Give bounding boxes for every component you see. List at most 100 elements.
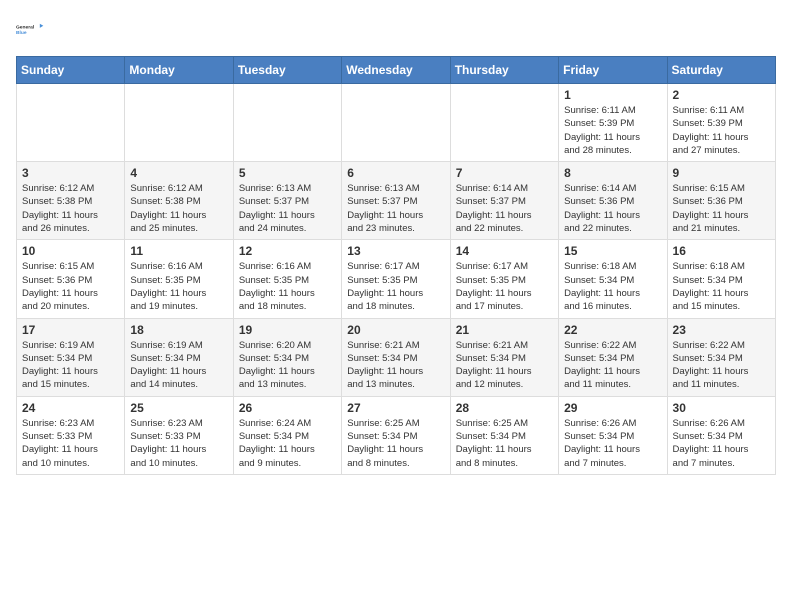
calendar-cell: 12 Sunrise: 6:16 AM Sunset: 5:35 PM Dayli… xyxy=(233,240,341,318)
calendar-cell: 19Sunrise: 6:20 AM Sunset: 5:34 PM Dayli… xyxy=(233,318,341,396)
calendar-week-4: 17 Sunrise: 6:19 AM Sunset: 5:34 PM Dayli… xyxy=(17,318,776,396)
day-info: Sunrise: 6:23 AM Sunset: 5:33 PM Dayligh… xyxy=(22,417,119,470)
day-info: Sunrise: 6:26 AM Sunset: 5:34 PM Dayligh… xyxy=(564,417,661,470)
day-header-wednesday: Wednesday xyxy=(342,57,450,84)
day-number: 3 xyxy=(22,166,119,180)
calendar-cell: 21 Sunrise: 6:21 AM Sunset: 5:34 PM Dayli… xyxy=(450,318,558,396)
calendar-cell: 13 Sunrise: 6:17 AM Sunset: 5:35 PM Dayli… xyxy=(342,240,450,318)
day-number: 24 xyxy=(22,401,119,415)
calendar-cell: 6 Sunrise: 6:13 AM Sunset: 5:37 PM Daylig… xyxy=(342,162,450,240)
day-number: 21 xyxy=(456,323,553,337)
day-number: 6 xyxy=(347,166,444,180)
day-number: 29 xyxy=(564,401,661,415)
day-number: 27 xyxy=(347,401,444,415)
calendar-cell: 9Sunrise: 6:15 AM Sunset: 5:36 PM Daylig… xyxy=(667,162,775,240)
day-header-friday: Friday xyxy=(559,57,667,84)
day-info: Sunrise: 6:13 AM Sunset: 5:37 PM Dayligh… xyxy=(347,182,444,235)
day-info: Sunrise: 6:15 AM Sunset: 5:36 PM Dayligh… xyxy=(673,182,770,235)
day-info: Sunrise: 6:25 AM Sunset: 5:34 PM Dayligh… xyxy=(456,417,553,470)
day-number: 17 xyxy=(22,323,119,337)
calendar-cell: 16Sunrise: 6:18 AM Sunset: 5:34 PM Dayli… xyxy=(667,240,775,318)
day-info: Sunrise: 6:21 AM Sunset: 5:34 PM Dayligh… xyxy=(347,339,444,392)
day-info: Sunrise: 6:11 AM Sunset: 5:39 PM Dayligh… xyxy=(564,104,661,157)
day-number: 13 xyxy=(347,244,444,258)
calendar-cell: 29 Sunrise: 6:26 AM Sunset: 5:34 PM Dayli… xyxy=(559,396,667,474)
day-info: Sunrise: 6:11 AM Sunset: 5:39 PM Dayligh… xyxy=(673,104,770,157)
day-info: Sunrise: 6:21 AM Sunset: 5:34 PM Dayligh… xyxy=(456,339,553,392)
logo-icon: GeneralBlue xyxy=(16,16,44,44)
calendar-cell xyxy=(125,84,233,162)
calendar-cell: 17 Sunrise: 6:19 AM Sunset: 5:34 PM Dayli… xyxy=(17,318,125,396)
day-number: 4 xyxy=(130,166,227,180)
calendar-week-3: 10Sunrise: 6:15 AM Sunset: 5:36 PM Dayli… xyxy=(17,240,776,318)
day-info: Sunrise: 6:18 AM Sunset: 5:34 PM Dayligh… xyxy=(564,260,661,313)
calendar-cell xyxy=(17,84,125,162)
day-info: Sunrise: 6:12 AM Sunset: 5:38 PM Dayligh… xyxy=(22,182,119,235)
svg-text:General: General xyxy=(16,25,35,31)
calendar-header-row: SundayMondayTuesdayWednesdayThursdayFrid… xyxy=(17,57,776,84)
day-header-tuesday: Tuesday xyxy=(233,57,341,84)
calendar-cell: 28 Sunrise: 6:25 AM Sunset: 5:34 PM Dayli… xyxy=(450,396,558,474)
day-info: Sunrise: 6:14 AM Sunset: 5:37 PM Dayligh… xyxy=(456,182,553,235)
calendar-cell: 11 Sunrise: 6:16 AM Sunset: 5:35 PM Dayli… xyxy=(125,240,233,318)
day-header-sunday: Sunday xyxy=(17,57,125,84)
day-info: Sunrise: 6:15 AM Sunset: 5:36 PM Dayligh… xyxy=(22,260,119,313)
day-number: 22 xyxy=(564,323,661,337)
day-info: Sunrise: 6:24 AM Sunset: 5:34 PM Dayligh… xyxy=(239,417,336,470)
day-number: 7 xyxy=(456,166,553,180)
logo: GeneralBlue xyxy=(16,16,44,44)
day-number: 1 xyxy=(564,88,661,102)
calendar-cell: 8Sunrise: 6:14 AM Sunset: 5:36 PM Daylig… xyxy=(559,162,667,240)
svg-text:Blue: Blue xyxy=(16,30,27,36)
day-number: 20 xyxy=(347,323,444,337)
day-number: 11 xyxy=(130,244,227,258)
calendar-cell xyxy=(342,84,450,162)
day-number: 2 xyxy=(673,88,770,102)
calendar-cell: 30 Sunrise: 6:26 AM Sunset: 5:34 PM Dayli… xyxy=(667,396,775,474)
calendar-week-1: 1 Sunrise: 6:11 AM Sunset: 5:39 PM Daylig… xyxy=(17,84,776,162)
calendar-cell: 2 Sunrise: 6:11 AM Sunset: 5:39 PM Daylig… xyxy=(667,84,775,162)
calendar-cell: 25 Sunrise: 6:23 AM Sunset: 5:33 PM Dayli… xyxy=(125,396,233,474)
calendar-cell: 1 Sunrise: 6:11 AM Sunset: 5:39 PM Daylig… xyxy=(559,84,667,162)
day-number: 15 xyxy=(564,244,661,258)
calendar-week-5: 24 Sunrise: 6:23 AM Sunset: 5:33 PM Dayli… xyxy=(17,396,776,474)
day-number: 25 xyxy=(130,401,227,415)
day-info: Sunrise: 6:19 AM Sunset: 5:34 PM Dayligh… xyxy=(22,339,119,392)
day-number: 19 xyxy=(239,323,336,337)
calendar-cell xyxy=(450,84,558,162)
day-info: Sunrise: 6:16 AM Sunset: 5:35 PM Dayligh… xyxy=(239,260,336,313)
day-info: Sunrise: 6:19 AM Sunset: 5:34 PM Dayligh… xyxy=(130,339,227,392)
calendar-cell: 15 Sunrise: 6:18 AM Sunset: 5:34 PM Dayli… xyxy=(559,240,667,318)
day-info: Sunrise: 6:12 AM Sunset: 5:38 PM Dayligh… xyxy=(130,182,227,235)
calendar-cell: 22 Sunrise: 6:22 AM Sunset: 5:34 PM Dayli… xyxy=(559,318,667,396)
day-info: Sunrise: 6:22 AM Sunset: 5:34 PM Dayligh… xyxy=(564,339,661,392)
calendar-cell: 23 Sunrise: 6:22 AM Sunset: 5:34 PM Dayli… xyxy=(667,318,775,396)
day-info: Sunrise: 6:26 AM Sunset: 5:34 PM Dayligh… xyxy=(673,417,770,470)
day-info: Sunrise: 6:17 AM Sunset: 5:35 PM Dayligh… xyxy=(347,260,444,313)
day-header-thursday: Thursday xyxy=(450,57,558,84)
calendar-cell: 18 Sunrise: 6:19 AM Sunset: 5:34 PM Dayli… xyxy=(125,318,233,396)
calendar-cell: 20 Sunrise: 6:21 AM Sunset: 5:34 PM Dayli… xyxy=(342,318,450,396)
day-info: Sunrise: 6:25 AM Sunset: 5:34 PM Dayligh… xyxy=(347,417,444,470)
day-number: 12 xyxy=(239,244,336,258)
day-number: 23 xyxy=(673,323,770,337)
day-number: 14 xyxy=(456,244,553,258)
calendar-cell: 24 Sunrise: 6:23 AM Sunset: 5:33 PM Dayli… xyxy=(17,396,125,474)
day-number: 18 xyxy=(130,323,227,337)
day-info: Sunrise: 6:18 AM Sunset: 5:34 PM Dayligh… xyxy=(673,260,770,313)
day-header-saturday: Saturday xyxy=(667,57,775,84)
calendar-cell: 3 Sunrise: 6:12 AM Sunset: 5:38 PM Daylig… xyxy=(17,162,125,240)
day-number: 28 xyxy=(456,401,553,415)
day-number: 26 xyxy=(239,401,336,415)
calendar-cell: 7 Sunrise: 6:14 AM Sunset: 5:37 PM Daylig… xyxy=(450,162,558,240)
day-info: Sunrise: 6:23 AM Sunset: 5:33 PM Dayligh… xyxy=(130,417,227,470)
calendar-table: SundayMondayTuesdayWednesdayThursdayFrid… xyxy=(16,56,776,475)
calendar-cell: 4 Sunrise: 6:12 AM Sunset: 5:38 PM Daylig… xyxy=(125,162,233,240)
calendar-week-2: 3 Sunrise: 6:12 AM Sunset: 5:38 PM Daylig… xyxy=(17,162,776,240)
day-number: 30 xyxy=(673,401,770,415)
day-number: 8 xyxy=(564,166,661,180)
calendar-cell: 5Sunrise: 6:13 AM Sunset: 5:37 PM Daylig… xyxy=(233,162,341,240)
day-info: Sunrise: 6:22 AM Sunset: 5:34 PM Dayligh… xyxy=(673,339,770,392)
calendar-cell xyxy=(233,84,341,162)
day-info: Sunrise: 6:16 AM Sunset: 5:35 PM Dayligh… xyxy=(130,260,227,313)
